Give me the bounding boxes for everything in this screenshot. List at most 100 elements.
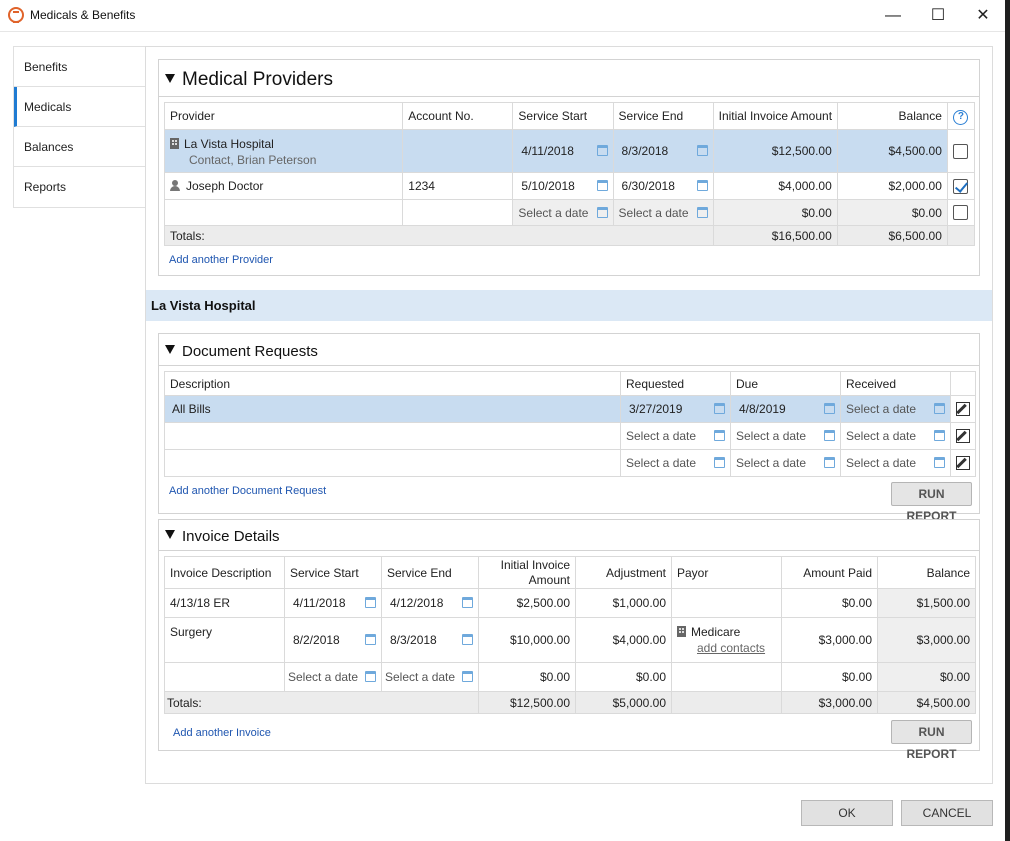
edit-icon[interactable] (956, 456, 970, 471)
minimize-button[interactable]: — (870, 0, 916, 31)
due-cell[interactable]: Select a date (730, 449, 841, 477)
adjustment-cell[interactable]: $0.00 (575, 662, 672, 692)
table-row[interactable]: Surgery 8/2/2018 8/3/2018 $10,000.00 $4,… (164, 617, 976, 663)
edit-icon[interactable] (956, 429, 970, 444)
sidebar-item-medicals[interactable]: Medicals (14, 87, 145, 127)
calendar-icon[interactable] (696, 145, 708, 156)
adjustment-cell[interactable]: $4,000.00 (575, 617, 672, 663)
documents-run-report-button[interactable]: RUN REPORT (891, 482, 972, 523)
provider-name[interactable]: Joseph Doctor (186, 179, 263, 193)
cancel-button[interactable]: CANCEL (901, 800, 993, 826)
table-row[interactable]: Select a date Select a date $0.00 $0.00 … (164, 662, 976, 692)
calendar-icon[interactable] (365, 671, 376, 682)
calendar-icon[interactable] (824, 457, 835, 468)
calendar-icon[interactable] (824, 403, 835, 414)
provider-name[interactable]: La Vista Hospital (184, 137, 274, 151)
calendar-icon[interactable] (365, 634, 376, 645)
payor-cell[interactable]: Medicare add contacts (671, 617, 782, 663)
calendar-icon[interactable] (696, 206, 708, 218)
received-cell[interactable]: Select a date (840, 449, 951, 477)
service-start-cell[interactable]: Select a date (512, 199, 614, 226)
table-row[interactable]: 4/13/18 ER 4/11/2018 4/12/2018 $2,500.00… (164, 588, 976, 618)
amount-paid-cell[interactable]: $0.00 (781, 662, 878, 692)
calendar-icon[interactable] (714, 430, 725, 441)
amount-paid-cell[interactable]: $3,000.00 (781, 617, 878, 663)
description-cell[interactable] (164, 449, 621, 477)
received-cell[interactable]: Select a date (840, 395, 951, 423)
calendar-icon[interactable] (462, 671, 473, 682)
sidebar-item-balances[interactable]: Balances (14, 127, 145, 167)
service-start-cell[interactable]: 5/10/2018 (512, 172, 614, 200)
service-end-cell[interactable]: Select a date (612, 199, 714, 226)
maximize-button[interactable]: ☐ (915, 0, 961, 31)
received-cell[interactable]: Select a date (840, 422, 951, 450)
table-row[interactable]: Select a date Select a date Select a dat… (164, 422, 976, 450)
calendar-icon[interactable] (714, 403, 725, 414)
invoice-description-cell[interactable]: Surgery (164, 617, 285, 663)
table-row[interactable]: La Vista Hospital Contact, Brian Peterso… (163, 129, 976, 173)
service-end-cell[interactable]: 8/3/2018 (381, 617, 479, 663)
initial-amount-cell[interactable]: $10,000.00 (478, 617, 576, 663)
row-checkbox[interactable] (953, 143, 969, 159)
requested-cell[interactable]: Select a date (620, 422, 731, 450)
calendar-icon[interactable] (714, 457, 725, 468)
service-end-cell[interactable]: Select a date (381, 662, 479, 692)
service-end-cell[interactable]: 4/12/2018 (381, 588, 479, 618)
sidebar-item-benefits[interactable]: Benefits (14, 47, 145, 87)
adjustment-cell[interactable]: $1,000.00 (575, 588, 672, 618)
close-button[interactable]: ✕ (960, 0, 1006, 31)
calendar-icon[interactable] (934, 403, 945, 414)
invoices-run-report-button[interactable]: RUN REPORT (891, 720, 972, 761)
calendar-icon[interactable] (934, 430, 945, 441)
calendar-icon[interactable] (365, 597, 376, 608)
table-row[interactable]: Select a date Select a date Select a dat… (164, 449, 976, 477)
add-document-request-link[interactable]: Add another Document Request (169, 485, 326, 497)
payor-cell[interactable] (671, 588, 782, 618)
calendar-icon[interactable] (596, 145, 608, 156)
provider-contact[interactable]: Contact, Brian Peterson (170, 152, 397, 168)
payor-name[interactable]: Medicare (691, 625, 740, 639)
invoice-description-cell[interactable] (164, 662, 285, 692)
calendar-icon[interactable] (462, 634, 473, 645)
initial-amount-cell[interactable]: $2,500.00 (478, 588, 576, 618)
calendar-icon[interactable] (824, 430, 835, 441)
calendar-icon[interactable] (462, 597, 473, 608)
calendar-icon[interactable] (596, 206, 608, 218)
initial-amount-cell[interactable]: $0.00 (478, 662, 576, 692)
due-cell[interactable]: Select a date (730, 422, 841, 450)
requested-cell[interactable]: Select a date (620, 449, 731, 477)
calendar-icon[interactable] (696, 180, 708, 191)
table-row[interactable]: Select a date Select a date $0.00 $0.00 (163, 199, 976, 226)
service-end-cell[interactable]: 6/30/2018 (612, 172, 714, 200)
calendar-icon[interactable] (934, 457, 945, 468)
calendar-icon[interactable] (596, 180, 608, 191)
account-cell[interactable]: 1234 (402, 172, 514, 200)
requested-cell[interactable]: 3/27/2019 (620, 395, 731, 423)
service-start-cell[interactable]: 8/2/2018 (284, 617, 382, 663)
service-start-cell[interactable]: 4/11/2018 (512, 129, 614, 173)
description-cell[interactable]: All Bills (164, 395, 621, 423)
account-cell[interactable] (402, 129, 514, 173)
description-cell[interactable] (164, 422, 621, 450)
service-start-cell[interactable]: 4/11/2018 (284, 588, 382, 618)
ok-button[interactable]: OK (801, 800, 893, 826)
row-checkbox[interactable] (953, 205, 969, 221)
payor-cell[interactable] (671, 662, 782, 692)
invoice-description-cell[interactable]: 4/13/18 ER (164, 588, 285, 618)
invoice-details-toggle[interactable]: Invoice Details (165, 528, 280, 545)
service-start-cell[interactable]: Select a date (284, 662, 382, 692)
document-requests-toggle[interactable]: Document Requests (165, 343, 318, 360)
amount-paid-cell[interactable]: $0.00 (781, 588, 878, 618)
add-contacts-link[interactable]: add contacts (677, 640, 776, 656)
sidebar-item-reports[interactable]: Reports (14, 167, 145, 207)
help-icon[interactable]: ? (953, 109, 969, 125)
medical-providers-toggle[interactable]: Medical Providers (165, 69, 333, 91)
row-checkbox-checked[interactable] (953, 178, 969, 194)
add-provider-link[interactable]: Add another Provider (169, 254, 273, 266)
add-invoice-link[interactable]: Add another Invoice (173, 727, 271, 739)
service-end-cell[interactable]: 8/3/2018 (612, 129, 714, 173)
table-row[interactable]: All Bills 3/27/2019 4/8/2019 Select a da… (164, 395, 976, 423)
edit-icon[interactable] (956, 402, 970, 417)
due-cell[interactable]: 4/8/2019 (730, 395, 841, 423)
table-row[interactable]: Joseph Doctor 1234 5/10/2018 6/30/2018 $… (163, 172, 976, 200)
